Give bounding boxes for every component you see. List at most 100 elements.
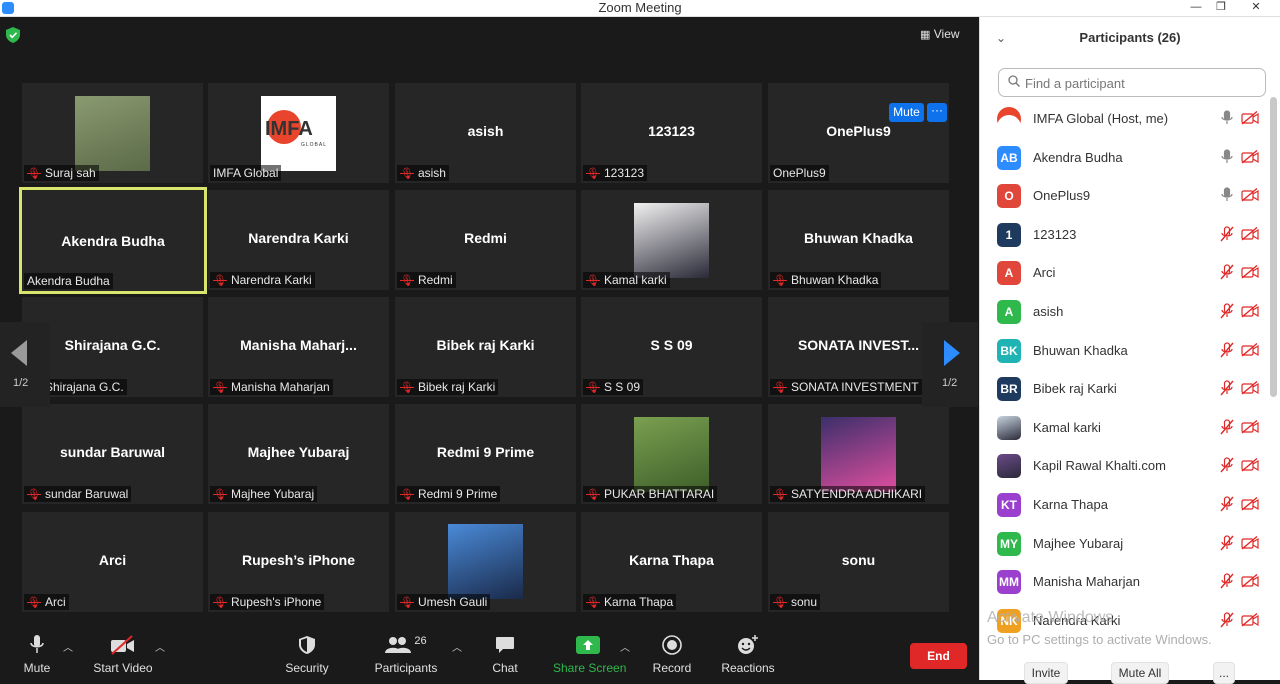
video-off-icon[interactable] (1241, 535, 1259, 550)
panel-more-button[interactable]: ... (1213, 662, 1235, 684)
participant-row[interactable]: 1 123123 (980, 216, 1270, 254)
video-options-caret-icon[interactable]: ︿ (155, 639, 165, 654)
share-options-caret-icon[interactable]: ︿ (620, 639, 630, 654)
video-tile[interactable]: IMFA GLOBAL IMFA Global (208, 83, 389, 183)
view-button[interactable]: ▦ View (920, 27, 960, 41)
participants-count: 26 (414, 635, 427, 647)
video-off-icon[interactable] (1241, 612, 1259, 627)
video-tile[interactable]: Akendra Budha Akendra Budha (19, 187, 207, 294)
tile-mute-button[interactable]: Mute (889, 103, 924, 122)
video-off-icon[interactable] (1241, 419, 1259, 434)
video-tile[interactable]: Redmi 🎙︎ Redmi (395, 190, 576, 290)
video-tile[interactable]: Bibek raj Karki 🎙︎ Bibek raj Karki (395, 297, 576, 397)
mic-on-icon[interactable] (1220, 187, 1234, 203)
participant-row[interactable]: AB Akendra Budha (980, 139, 1270, 177)
mute-all-button[interactable]: Mute All (1111, 662, 1169, 684)
participant-row[interactable]: MY Majhee Yubaraj (980, 525, 1270, 563)
mic-muted-icon[interactable] (1220, 573, 1234, 589)
mic-on-icon[interactable] (1220, 148, 1234, 165)
mic-muted-icon[interactable] (1220, 341, 1234, 358)
participant-row[interactable]: IMFA Global (Host, me) (980, 100, 1270, 138)
participant-row[interactable]: Kapil Rawal Khalti.com (980, 447, 1270, 485)
mic-muted-icon[interactable] (1220, 612, 1234, 628)
participant-search-input[interactable] (1025, 74, 1255, 92)
minimize-button[interactable]: — (1185, 0, 1207, 16)
tile-name-label: 🎙︎ Arci (24, 594, 69, 610)
video-tile[interactable]: Narendra Karki 🎙︎ Narendra Karki (208, 190, 389, 290)
tile-name-label: 🎙︎ S S 09 (583, 379, 643, 395)
video-off-icon[interactable] (1241, 226, 1259, 241)
record-label: Record (652, 661, 692, 675)
chat-button[interactable]: Chat (488, 633, 522, 675)
video-off-icon[interactable] (1241, 497, 1259, 511)
video-off-icon[interactable] (1241, 149, 1259, 164)
mic-muted-icon[interactable] (1220, 264, 1234, 280)
end-meeting-button[interactable]: End (910, 643, 967, 669)
start-video-button[interactable]: Start Video (92, 633, 154, 675)
reactions-button[interactable]: Reactions (720, 633, 776, 675)
video-tile[interactable]: 🎙︎ Kamal karki (581, 190, 762, 290)
video-tile[interactable]: 123123 🎙︎ 123123 (581, 83, 762, 183)
mic-muted-icon[interactable] (1220, 457, 1234, 473)
shield-check-icon[interactable] (6, 27, 20, 43)
video-tile[interactable]: Rupesh’s iPhone 🎙︎ Rupesh's iPhone (208, 512, 389, 612)
participants-button[interactable]: 26 Participants (372, 633, 440, 675)
mic-muted-icon[interactable] (1220, 303, 1234, 319)
mute-options-caret-icon[interactable]: ︿ (63, 639, 73, 654)
video-tile[interactable]: Karna Thapa 🎙︎ Karna Thapa (581, 512, 762, 612)
participant-row[interactable]: BR Bibek raj Karki (980, 370, 1270, 408)
participant-list-scrollbar[interactable] (1270, 97, 1277, 397)
video-tile[interactable]: 🎙︎ Umesh Gauli (395, 512, 576, 612)
video-tile[interactable]: Majhee Yubaraj 🎙︎ Majhee Yubaraj (208, 404, 389, 504)
participant-search-box[interactable] (998, 68, 1266, 97)
video-tile[interactable]: Bhuwan Khadka 🎙︎ Bhuwan Khadka (768, 190, 949, 290)
video-off-icon[interactable] (1241, 304, 1259, 318)
tile-display-name: asish (467, 123, 504, 139)
close-button[interactable]: ✕ (1245, 0, 1267, 16)
video-tile[interactable]: 🎙︎ PUKAR BHATTARAI (581, 404, 762, 504)
video-off-icon[interactable] (1241, 381, 1259, 395)
video-tile[interactable]: asish 🎙︎ asish (395, 83, 576, 183)
tile-more-button[interactable]: ··· (927, 103, 947, 122)
mic-muted-icon[interactable] (1220, 419, 1234, 435)
mic-on-icon[interactable] (1220, 110, 1234, 126)
mute-button[interactable]: Mute (18, 633, 56, 675)
video-tile[interactable]: Arci 🎙︎ Arci (22, 512, 203, 612)
participant-row[interactable]: MM Manisha Maharjan (980, 563, 1270, 601)
previous-page-button[interactable]: 1/2 (0, 322, 50, 407)
security-button[interactable]: Security (284, 633, 330, 675)
restore-button[interactable]: ❐ (1210, 0, 1232, 16)
mic-muted-icon[interactable] (1220, 380, 1234, 396)
mic-muted-icon[interactable] (1220, 226, 1234, 242)
participant-row[interactable]: A Arci (980, 254, 1270, 292)
invite-button[interactable]: Invite (1024, 662, 1068, 684)
participant-row[interactable]: Aasish (980, 293, 1270, 331)
video-tile[interactable]: sonu 🎙︎ sonu (768, 512, 949, 612)
participant-row[interactable]: KT Karna Thapa (980, 486, 1270, 524)
share-screen-button[interactable]: Share Screen (553, 633, 626, 675)
video-tile[interactable]: OnePlus9 OnePlus9 (768, 83, 949, 183)
next-page-button[interactable]: 1/2 (922, 322, 978, 407)
video-off-icon[interactable] (1241, 111, 1259, 125)
muted-mic-icon: 🎙︎ (586, 382, 600, 394)
video-off-icon[interactable] (1241, 265, 1259, 279)
video-tile[interactable]: sundar Baruwal 🎙︎ sundar Baruwal (22, 404, 203, 504)
video-tile[interactable]: Redmi 9 Prime 🎙︎ Redmi 9 Prime (395, 404, 576, 504)
video-tile[interactable]: S S 09 🎙︎ S S 09 (581, 297, 762, 397)
video-tile[interactable]: 🎙︎ Suraj sah (22, 83, 203, 183)
video-off-icon[interactable] (1241, 574, 1259, 588)
video-tile[interactable]: 🎙︎ SATYENDRA ADHIKARI (768, 404, 949, 504)
video-off-icon[interactable] (1241, 342, 1259, 357)
mic-muted-icon[interactable] (1220, 496, 1234, 512)
participant-row[interactable]: O OnePlus9 (980, 177, 1270, 215)
mic-muted-icon[interactable] (1220, 534, 1234, 551)
video-off-icon[interactable] (1241, 188, 1259, 202)
window-title: Zoom Meeting (598, 0, 682, 15)
participants-options-caret-icon[interactable]: ︿ (452, 639, 462, 654)
participant-row[interactable]: BK Bhuwan Khadka (980, 332, 1270, 370)
meeting-toolbar: Mute ︿ Start Video ︿ Security 26 Partici… (0, 625, 978, 680)
video-tile[interactable]: Manisha Maharj... 🎙︎ Manisha Maharjan (208, 297, 389, 397)
record-button[interactable]: Record (652, 633, 692, 675)
video-off-icon[interactable] (1241, 458, 1259, 472)
participant-row[interactable]: Kamal karki (980, 409, 1270, 447)
